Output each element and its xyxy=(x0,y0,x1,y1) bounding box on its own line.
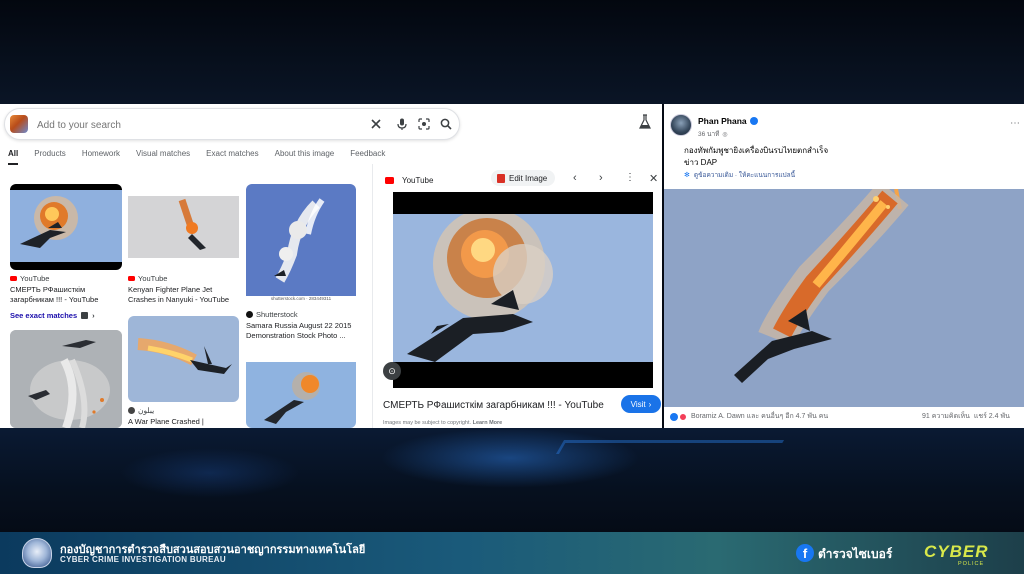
result-image[interactable] xyxy=(10,330,122,428)
avatar[interactable] xyxy=(670,114,692,136)
bureau-emblem-icon xyxy=(22,538,52,568)
more-options-icon[interactable]: ⋯ xyxy=(1010,118,1020,129)
shutterstock-icon xyxy=(246,311,253,318)
google-lens-panel: All Products Homework Visual matches Exa… xyxy=(0,104,662,428)
labs-flask-icon[interactable] xyxy=(638,114,652,130)
preview-title[interactable]: СМЕРТЬ РФашисткім загарбникам !!! - YouT… xyxy=(383,400,604,411)
comment-count[interactable]: 91 ความคิดเห็น xyxy=(922,413,970,420)
result-image[interactable] xyxy=(246,352,356,428)
result-source: يبلون xyxy=(128,406,239,415)
preview-image[interactable] xyxy=(393,192,653,388)
see-exact-matches-link[interactable]: See exact matches › xyxy=(10,311,122,320)
post-author[interactable]: Phan Phana xyxy=(698,116,758,126)
result-image[interactable] xyxy=(10,184,122,270)
preview-source[interactable]: YouTube xyxy=(402,176,433,185)
lens-overlay-icon[interactable]: ⊙ xyxy=(383,362,401,380)
result-image[interactable]: shutterstock.com · 283449311 xyxy=(246,184,356,306)
chevron-right-icon: › xyxy=(648,399,652,409)
cyber-police-logo-sub: POLICE xyxy=(958,561,985,567)
post-image[interactable] xyxy=(664,189,1024,407)
gear-icon: ✻ xyxy=(684,172,690,179)
result-caption[interactable]: Kenyan Fighter Plane Jet Crashes in Nany… xyxy=(128,285,239,305)
engagement-counts[interactable]: 91 ความคิดเห็น แชร์ 2.4 พัน xyxy=(922,411,1010,422)
search-bar[interactable] xyxy=(4,108,460,140)
site-icon xyxy=(128,407,135,414)
shutterstock-watermark: shutterstock.com · 283449311 xyxy=(270,296,332,301)
facebook-icon: f xyxy=(796,544,814,562)
preview-header: YouTube xyxy=(385,176,433,185)
tab-products[interactable]: Products xyxy=(34,148,66,162)
result-image[interactable] xyxy=(128,316,239,402)
search-icon[interactable] xyxy=(439,117,453,131)
search-tabs: All Products Homework Visual matches Exa… xyxy=(8,148,385,162)
result-card[interactable] xyxy=(246,352,356,428)
facebook-page-name: ตำรวจไซเบอร์ xyxy=(818,547,893,561)
close-icon[interactable]: ✕ xyxy=(649,172,658,185)
result-source: YouTube xyxy=(10,274,122,283)
chevron-right-icon[interactable]: › xyxy=(599,172,603,184)
clear-icon[interactable] xyxy=(369,117,383,131)
result-caption[interactable]: СМЕРТЬ РФашисткім загарбникам !!! - YouT… xyxy=(10,285,122,305)
globe-icon: ◎ xyxy=(722,131,728,138)
tab-exact-matches[interactable]: Exact matches xyxy=(206,148,258,162)
result-card[interactable]: shutterstock.com · 283449311 Shutterstoc… xyxy=(246,184,356,341)
tab-all[interactable]: All xyxy=(8,148,18,162)
verified-badge-icon xyxy=(749,117,758,125)
result-caption[interactable]: Samara Russia August 22 2015 Demonstrati… xyxy=(246,321,356,341)
image-icon xyxy=(81,312,89,319)
chevron-left-icon[interactable]: ‹ xyxy=(573,172,577,184)
search-image-thumbnail[interactable] xyxy=(10,115,28,133)
result-source: YouTube xyxy=(128,274,239,283)
lens-search-icon[interactable] xyxy=(417,117,431,131)
copyright-note: Images may be subject to copyright. Lear… xyxy=(383,420,503,426)
background-top xyxy=(0,0,1024,104)
result-source: Shutterstock xyxy=(246,310,356,319)
tab-visual-matches[interactable]: Visual matches xyxy=(136,148,190,162)
youtube-icon xyxy=(385,177,394,184)
result-card[interactable]: YouTube Kenyan Fighter Plane Jet Crashes… xyxy=(128,184,239,305)
tab-about-this-image[interactable]: About this image xyxy=(275,148,335,162)
like-reaction-icon xyxy=(670,412,678,421)
result-caption[interactable]: A War Plane Crashed | xyxy=(128,417,239,427)
image-preview-pane: YouTube Edit Image ‹ › ⋮ ✕ ⊙ СМЕРТЬ РФаш… xyxy=(372,164,662,428)
youtube-icon xyxy=(128,276,135,281)
visit-button[interactable]: Visit › xyxy=(621,395,661,413)
more-options-icon[interactable]: ⋮ xyxy=(625,172,635,183)
edit-image-icon xyxy=(497,173,505,183)
result-card[interactable] xyxy=(10,330,122,428)
translation-options[interactable]: ✻ ดูข้อความเดิม · ให้คะแนนการแปลนี้ xyxy=(684,170,795,180)
search-input[interactable] xyxy=(37,116,337,134)
reaction-summary[interactable]: Boramiz A. Dawn และ คนอื่นๆ อีก 4.7 พัน … xyxy=(670,411,828,422)
footer-banner: กองบัญชาการตำรวจสืบสวนสอบสวนอาชญากรรมทาง… xyxy=(0,532,1024,574)
result-image[interactable] xyxy=(128,184,239,270)
org-name-english: CYBER CRIME INVESTIGATION BUREAU xyxy=(60,555,226,564)
post-text-source: ข่าว DAP xyxy=(684,158,718,167)
post-time: 36 นาที ◎ xyxy=(698,131,728,138)
result-card[interactable]: YouTube СМЕРТЬ РФашисткім загарбникам !!… xyxy=(10,184,122,320)
learn-more-link[interactable]: Learn More xyxy=(473,420,503,426)
share-count[interactable]: แชร์ 2.4 พัน xyxy=(974,413,1010,420)
background-bottom xyxy=(0,428,1024,532)
cyber-police-logo: CYBER xyxy=(924,542,989,561)
tab-homework[interactable]: Homework xyxy=(82,148,120,162)
facebook-post-panel: Phan Phana 36 นาที ◎ ⋯ กองทัพกัมพูชายิงเค… xyxy=(664,104,1024,428)
microphone-icon[interactable] xyxy=(395,117,409,131)
love-reaction-icon xyxy=(679,412,687,421)
edit-image-button[interactable]: Edit Image xyxy=(491,170,556,186)
chevron-right-icon: › xyxy=(92,311,95,320)
tab-feedback[interactable]: Feedback xyxy=(350,148,385,162)
result-card[interactable]: يبلون A War Plane Crashed | xyxy=(128,316,239,427)
youtube-icon xyxy=(10,276,17,281)
